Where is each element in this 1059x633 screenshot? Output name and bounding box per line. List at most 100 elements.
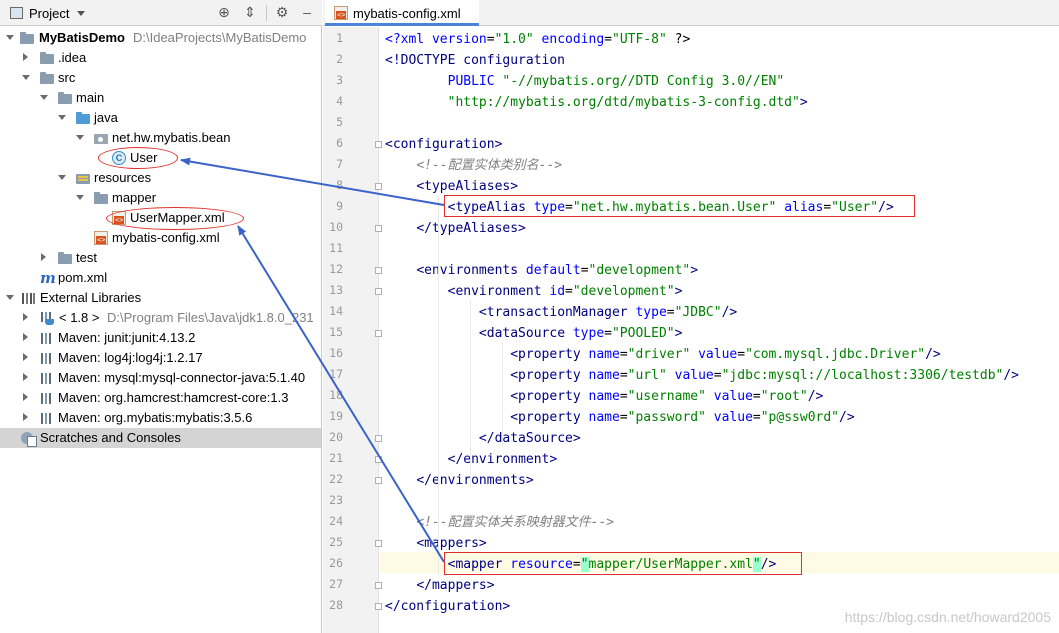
expand-arrow-icon[interactable]: [76, 195, 84, 200]
code-token: "JDBC": [674, 305, 722, 320]
code-token: >: [799, 95, 808, 110]
code-token: "-//mybatis.org//DTD Config 3.0//EN": [502, 74, 785, 89]
tree-item-maven-log4j[interactable]: Maven: log4j:log4j:1.2.17: [0, 348, 321, 368]
tree-item-label: < 1.8 >: [59, 310, 100, 325]
code-token: ?>: [666, 32, 691, 47]
code-line: </configuration>: [385, 596, 510, 617]
code-editor[interactable]: <?xml version="1.0" encoding="UTF-8" ?> <…: [380, 27, 1059, 633]
library-icon: [21, 291, 35, 305]
line-number: 16: [329, 346, 343, 360]
locate-target-icon[interactable]: ⊕: [216, 4, 232, 20]
expand-arrow-icon[interactable]: [76, 135, 84, 140]
tree-item-scratches[interactable]: Scratches and Consoles: [0, 428, 321, 448]
tree-item-src[interactable]: src: [0, 68, 321, 88]
code-line: </environment>: [385, 449, 558, 470]
line-number: 3: [336, 73, 343, 87]
code-token: "1.0": [494, 32, 534, 47]
code-token: name: [580, 389, 620, 404]
code-token: =: [580, 263, 589, 278]
indent-guide: [470, 300, 471, 487]
code-token: <dataSource: [478, 326, 566, 341]
code-token: =: [737, 347, 746, 362]
tree-item-maven-junit[interactable]: Maven: junit:junit:4.13.2: [0, 328, 321, 348]
minimize-icon[interactable]: –: [299, 4, 315, 20]
expand-arrow-icon[interactable]: [23, 393, 28, 401]
tree-item-package[interactable]: net.hw.mybatis.bean: [0, 128, 321, 148]
tab-mybatis-config-xml[interactable]: mybatis-config.xml: [325, 0, 479, 26]
line-number: 28: [329, 598, 343, 612]
expand-arrow-icon[interactable]: [23, 353, 28, 361]
expand-arrow-icon[interactable]: [58, 175, 66, 180]
code-line: <environment id="development">: [385, 281, 683, 302]
line-number: 25: [329, 535, 343, 549]
code-line: </typeAliases>: [385, 218, 526, 239]
expand-arrow-icon[interactable]: [22, 75, 30, 80]
code-token: >: [674, 284, 683, 299]
tree-item-idea[interactable]: .idea: [0, 48, 321, 68]
jdk-icon: [40, 311, 54, 325]
scratches-icon: [21, 431, 37, 447]
tree-item-label: Maven: junit:junit:4.13.2: [58, 330, 196, 345]
line-number: 19: [329, 409, 343, 423]
tree-item-label: net.hw.mybatis.bean: [112, 130, 231, 145]
line-number: 20: [329, 430, 343, 444]
project-view-selector[interactable]: Project: [29, 6, 69, 21]
expand-arrow-icon[interactable]: [23, 53, 28, 61]
tree-item-path: D:\IdeaProjects\MyBatisDemo: [133, 30, 307, 45]
tree-item-pom-xml[interactable]: m pom.xml: [0, 268, 321, 288]
tree-item-main[interactable]: main: [0, 88, 321, 108]
code-token: value: [705, 410, 753, 425]
expand-arrow-icon[interactable]: [58, 115, 66, 120]
code-token: "p@ssw0rd": [760, 410, 840, 425]
tree-item-maven-hamcrest[interactable]: Maven: org.hamcrest:hamcrest-core:1.3: [0, 388, 321, 408]
maven-icon: m: [40, 269, 56, 287]
tree-item-test[interactable]: test: [0, 248, 321, 268]
tree-item-maven-mysql[interactable]: Maven: mysql:mysql-connector-java:5.1.40: [0, 368, 321, 388]
line-number: 17: [329, 367, 343, 381]
chevron-down-icon[interactable]: [77, 11, 85, 16]
tree-item-label: Maven: mysql:mysql-connector-java:5.1.40: [58, 370, 306, 385]
code-token: >: [674, 326, 683, 341]
code-token: </configuration>: [385, 599, 511, 614]
code-token: "development": [572, 284, 675, 299]
tab-label: mybatis-config.xml: [353, 6, 461, 21]
tree-item-external-libraries[interactable]: External Libraries: [0, 288, 321, 308]
tree-item-mapper[interactable]: mapper: [0, 188, 321, 208]
expand-arrow-icon[interactable]: [6, 35, 14, 40]
code-token: <property: [510, 368, 581, 383]
tree-item-mybatisdemo[interactable]: MyBatisDemo D:\IdeaProjects\MyBatisDemo: [0, 28, 321, 48]
expand-arrow-icon[interactable]: [23, 413, 28, 421]
tree-item-label: test: [76, 250, 97, 265]
code-token: =: [752, 389, 761, 404]
code-token: <environments: [416, 263, 519, 278]
tree-item-java[interactable]: java: [0, 108, 321, 128]
code-token: =: [604, 326, 612, 341]
expand-arrow-icon[interactable]: [23, 313, 28, 321]
project-header: Project ⊕ ⇕ ⚙ –: [0, 0, 322, 26]
expand-arrow-icon[interactable]: [23, 333, 28, 341]
line-number: 18: [329, 388, 343, 402]
expand-arrow-icon[interactable]: [23, 373, 28, 381]
code-token: />: [1003, 368, 1020, 383]
expand-arrow-icon[interactable]: [6, 295, 14, 300]
code-token: "jdbc:mysql://localhost:3306/testdb": [721, 368, 1004, 383]
code-token: =: [713, 368, 722, 383]
code-line: <property name="password" value="p@ssw0r…: [385, 407, 854, 428]
tree-item-label: mapper: [112, 190, 157, 205]
code-line: <typeAliases>: [385, 176, 518, 197]
code-token: type: [565, 326, 605, 341]
tree-item-maven-mybatis[interactable]: Maven: org.mybatis:mybatis:3.5.6: [0, 408, 321, 428]
gear-icon[interactable]: ⚙: [274, 4, 290, 20]
collapse-all-icon[interactable]: ⇕: [242, 4, 258, 20]
xml-file-icon: [94, 231, 108, 245]
tree-item-mybatis-config-xml[interactable]: mybatis-config.xml: [0, 228, 321, 248]
expand-arrow-icon[interactable]: [41, 253, 46, 261]
expand-arrow-icon[interactable]: [40, 95, 48, 100]
tree-item-label: mybatis-config.xml: [112, 230, 220, 245]
tree-item-jdk[interactable]: < 1.8 > D:\Program Files\Java\jdk1.8.0_2…: [0, 308, 321, 328]
tree-item-resources[interactable]: resources: [0, 168, 321, 188]
